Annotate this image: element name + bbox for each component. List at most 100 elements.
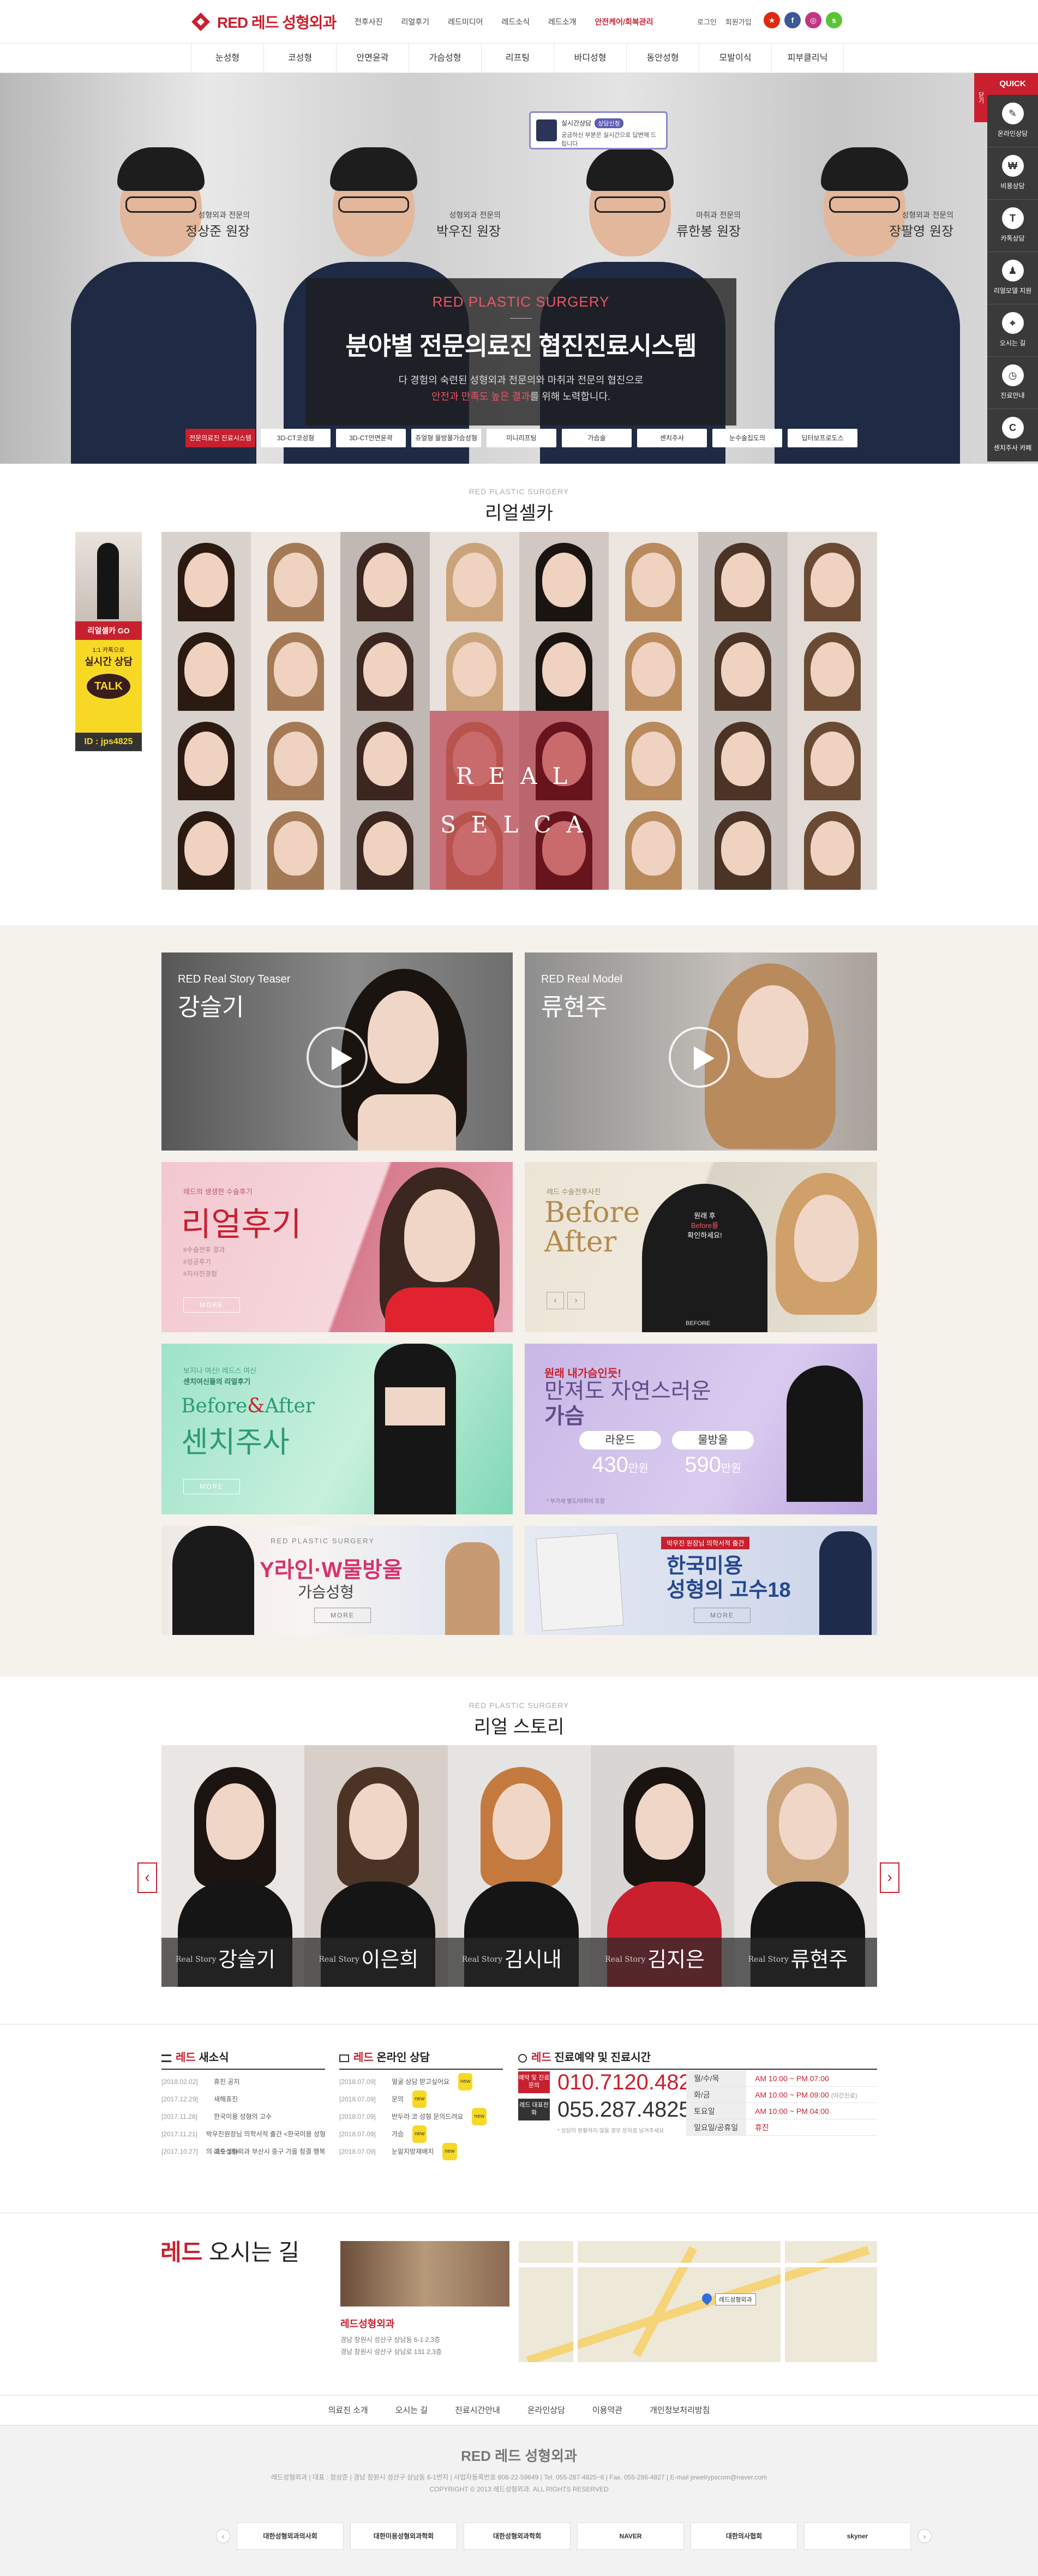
footer-link[interactable]: 이용약관: [592, 2395, 622, 2425]
selca-photo[interactable]: [251, 800, 340, 890]
kakao-consult-banner[interactable]: 1:1 카톡으로 실시간 상담 TALK: [75, 640, 142, 733]
consult-item[interactable]: [2018.07.09] 반두라 코 성형 문의드려요 new: [339, 2108, 508, 2125]
selca-photo[interactable]: [161, 532, 251, 621]
nav-item-red-media[interactable]: 레드미디어: [448, 16, 483, 27]
selca-photo[interactable]: [788, 621, 877, 711]
footer-link[interactable]: 진료시간안내: [455, 2395, 500, 2425]
menu-item-body[interactable]: 바디성형: [554, 44, 626, 73]
china-flag-icon[interactable]: ★: [764, 12, 780, 28]
video-model-card[interactable]: RED Real Model 류현주: [525, 952, 877, 1151]
menu-item-anti-aging[interactable]: 동안성형: [626, 44, 699, 73]
hero-tab[interactable]: 눈수술집도의: [712, 429, 782, 447]
selca-photo[interactable]: [340, 621, 430, 711]
selca-photo[interactable]: [430, 532, 519, 621]
selca-photo[interactable]: [698, 800, 788, 890]
quick-online-consult[interactable]: ✎ 온라인상담: [987, 95, 1038, 147]
menu-item-lifting[interactable]: 리프팅: [481, 44, 554, 73]
hero-tab[interactable]: 미니리프팅: [487, 429, 556, 447]
hero-tab[interactable]: 가슴술: [562, 429, 632, 447]
nav-item-red-news[interactable]: 레드소식: [501, 16, 530, 27]
play-icon[interactable]: [307, 1027, 368, 1088]
selca-photo[interactable]: [609, 532, 698, 621]
quick-hours[interactable]: ◷ 진료안내: [987, 357, 1038, 409]
book-card[interactable]: 박우진 원장님 의학서적 출간 한국미용 성형의 고수18 MORE: [525, 1526, 877, 1635]
location-map[interactable]: 레드성형외과: [519, 2241, 877, 2362]
hero-tab[interactable]: 전문의료진 진료시스템: [185, 429, 255, 447]
hero-tab[interactable]: 딥터보프로도스: [788, 429, 857, 447]
real-selca-overlay[interactable]: REAL SELCA: [430, 711, 609, 890]
breast-price-card[interactable]: 원래 내가슴인듯! 만져도 자연스러운 가슴 라운드 430만원 물방울 590…: [525, 1344, 877, 1514]
partner-banner[interactable]: skyner: [804, 2523, 911, 2550]
selca-photo[interactable]: [519, 621, 609, 711]
play-icon[interactable]: [669, 1027, 730, 1088]
selca-photo[interactable]: [161, 711, 251, 800]
partner-banner[interactable]: 대한성형외과의사회: [237, 2523, 344, 2550]
more-button[interactable]: MORE: [694, 1608, 751, 1623]
story-next-button[interactable]: ›: [880, 1862, 899, 1893]
partner-banner[interactable]: NAVER: [577, 2523, 684, 2550]
consult-item[interactable]: [2018.07.09] 문의 new: [339, 2090, 508, 2108]
selca-photo[interactable]: [698, 621, 788, 711]
story-card[interactable]: Real Story 류현주: [734, 1745, 877, 1987]
kakao-side-banner[interactable]: 리얼셀카 GO 1:1 카톡으로 실시간 상담 TALK ID : jps482…: [75, 532, 142, 751]
selca-photo[interactable]: [519, 532, 609, 621]
selca-photo[interactable]: [340, 800, 430, 890]
selca-photo[interactable]: [788, 711, 877, 800]
selca-photo[interactable]: [340, 532, 430, 621]
nav-item-red-about[interactable]: 레드소개: [548, 16, 577, 27]
quick-cafe[interactable]: C 센치주사 카페: [987, 409, 1038, 462]
chat-tag[interactable]: 상담신청: [595, 118, 623, 128]
menu-item-hair-transplant[interactable]: 모발이식: [699, 44, 771, 73]
menu-item-nose[interactable]: 코성형: [263, 44, 336, 73]
selca-go-button[interactable]: 리얼셀카 GO: [75, 621, 142, 640]
footer-link[interactable]: 온라인상담: [527, 2395, 565, 2425]
partner-banner[interactable]: 대한미용성형외과학회: [350, 2523, 457, 2550]
partner-banner[interactable]: 대한성형외과학회: [464, 2523, 571, 2550]
quick-kakao-consult[interactable]: T 카톡상담: [987, 200, 1038, 252]
menu-item-eye[interactable]: 눈성형: [191, 44, 263, 73]
before-after-card[interactable]: 원래 후 Before를 확인하세요! BEFORE 레드 수술전후사진 Bef…: [525, 1162, 877, 1332]
real-review-card[interactable]: 레드의 생생한 수술후기 리얼후기 #수술전후 결과 #성공후기 #지사진경험 …: [161, 1162, 513, 1332]
selca-photo[interactable]: [609, 800, 698, 890]
story-card[interactable]: Real Story 이은희: [304, 1745, 448, 1987]
instagram-icon[interactable]: ◎: [805, 12, 821, 28]
news-item[interactable]: [2017.11.21] 박우진원장님 의학서적 출간 <한국미용 성형의 고수 …: [161, 2125, 331, 2155]
main-phone[interactable]: 055.287.4825: [557, 2098, 691, 2122]
nav-item-real-review[interactable]: 리얼후기: [401, 16, 430, 27]
news-item[interactable]: [2017.10.27] 레드성형외과 부산시 중구 가을 청결 행복: [161, 2143, 331, 2160]
join-link[interactable]: 회원가입: [725, 16, 752, 27]
logo[interactable]: RED 레드 성형외과: [191, 11, 337, 33]
selca-photo[interactable]: [609, 711, 698, 800]
menu-item-breast[interactable]: 가슴성형: [409, 44, 481, 73]
news-item[interactable]: [2017.11.28] 한국미용 성형의 고수: [161, 2108, 331, 2125]
selca-photo[interactable]: [251, 711, 340, 800]
footer-link[interactable]: 개인정보처리방침: [650, 2395, 710, 2425]
hero-tab[interactable]: 3D-CT코성형: [261, 429, 331, 447]
story-card[interactable]: Real Story 김지은: [591, 1745, 734, 1987]
selca-photo[interactable]: [161, 800, 251, 890]
login-link[interactable]: 로그인: [697, 16, 717, 27]
senchi-card[interactable]: 보지나 여신! 레드스 여신 센치여신들의 리얼후기 Before&After …: [161, 1344, 513, 1514]
story-prev-button[interactable]: ‹: [137, 1862, 157, 1893]
selca-photo[interactable]: [698, 711, 788, 800]
selca-photo[interactable]: [609, 621, 698, 711]
footer-link[interactable]: 오시는 길: [395, 2395, 428, 2425]
story-card[interactable]: Real Story 강슬기: [161, 1745, 305, 1987]
menu-item-skin-clinic[interactable]: 피부클리닉: [771, 44, 844, 73]
facebook-icon[interactable]: f: [784, 12, 801, 28]
kakao-story-icon[interactable]: s: [826, 12, 842, 28]
selca-photo[interactable]: [788, 800, 877, 890]
hero-tab[interactable]: 3D-CT안면윤곽: [336, 429, 406, 447]
y-line-card[interactable]: RED PLASTIC SURGERY Y라인·W물방울 가슴성형 MORE: [161, 1526, 513, 1635]
video-teaser-card[interactable]: RED Real Story Teaser 강슬기: [161, 952, 513, 1151]
menu-item-facial-contour[interactable]: 안면윤곽: [336, 44, 409, 73]
news-item[interactable]: [2017.12.29] 새해휴진: [161, 2090, 331, 2108]
consult-item[interactable]: [2018.07.09] 얼굴 상담 받고싶어요 new: [339, 2073, 508, 2090]
partner-banner[interactable]: 대한의사협회: [691, 2523, 797, 2550]
more-button[interactable]: MORE: [183, 1297, 240, 1313]
consult-item[interactable]: [2018.07.09] 가슴 new: [339, 2125, 508, 2143]
more-button[interactable]: MORE: [183, 1479, 240, 1494]
selca-photo[interactable]: [698, 532, 788, 621]
selca-photo[interactable]: [430, 621, 519, 711]
consult-item[interactable]: [2018.07.09] 눈밑지방재배치 new: [339, 2143, 508, 2160]
